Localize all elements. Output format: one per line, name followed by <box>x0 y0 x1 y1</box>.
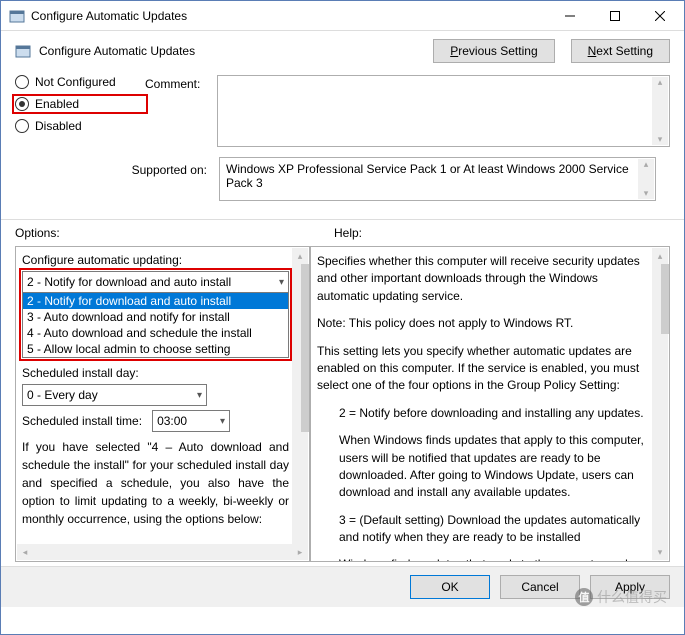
scroll-left-icon[interactable]: ◂ <box>17 547 33 558</box>
previous-setting-button[interactable]: Previous Setting <box>433 39 554 63</box>
help-label: Help: <box>334 226 670 246</box>
radio-icon <box>15 97 29 111</box>
chevron-down-icon: ▾ <box>220 416 225 427</box>
scheduled-day-label: Scheduled install day: <box>22 366 139 380</box>
radio-icon <box>15 119 29 133</box>
help-paragraph: Windows finds updates that apply to the … <box>339 556 649 562</box>
scroll-down-icon[interactable]: ▾ <box>652 544 668 560</box>
titlebar: Configure Automatic Updates <box>1 1 684 31</box>
select-value: 03:00 <box>157 414 187 428</box>
page-title: Configure Automatic Updates <box>39 44 425 58</box>
ok-button[interactable]: OK <box>410 575 490 599</box>
chevron-down-icon: ▾ <box>279 277 284 288</box>
options-hscrollbar[interactable]: ◂ ▸ <box>17 544 308 560</box>
options-label: Options: <box>15 226 310 246</box>
help-paragraph: Specifies whether this computer will rec… <box>317 253 649 305</box>
radio-not-configured[interactable]: Not Configured <box>15 75 145 89</box>
window-title: Configure Automatic Updates <box>31 9 547 23</box>
chevron-down-icon: ▾ <box>197 390 202 401</box>
dropdown-value: 2 - Notify for download and auto install <box>27 275 231 289</box>
dropdown-option[interactable]: 4 - Auto download and schedule the insta… <box>23 325 288 341</box>
footer: OK Cancel Apply <box>1 566 684 607</box>
app-icon <box>9 8 25 24</box>
policy-icon <box>15 43 31 59</box>
scrollbar[interactable]: ▴▾ <box>652 77 668 145</box>
help-paragraph: 3 = (Default setting) Download the updat… <box>339 512 649 547</box>
help-paragraph: This setting lets you specify whether au… <box>317 343 649 395</box>
select-value: 0 - Every day <box>27 388 98 402</box>
minimize-button[interactable] <box>547 1 592 30</box>
options-panel: Configure automatic updating: 2 - Notify… <box>15 246 310 562</box>
configure-label: Configure automatic updating: <box>22 253 289 267</box>
apply-button[interactable]: Apply <box>590 575 670 599</box>
radio-enabled[interactable]: Enabled <box>15 97 145 111</box>
maximize-button[interactable] <box>592 1 637 30</box>
cancel-button[interactable]: Cancel <box>500 575 580 599</box>
supported-on-text: Windows XP Professional Service Pack 1 o… <box>226 162 629 190</box>
comment-textarea[interactable]: ▴▾ <box>217 75 670 147</box>
help-paragraph: When Windows finds updates that apply to… <box>339 432 649 502</box>
options-body-text: If you have selected "4 – Auto download … <box>22 438 289 528</box>
supported-on-box: Windows XP Professional Service Pack 1 o… <box>219 157 656 201</box>
scheduled-day-select[interactable]: 0 - Every day ▾ <box>22 384 207 406</box>
help-paragraph: 2 = Notify before downloading and instal… <box>339 405 649 422</box>
close-button[interactable] <box>637 1 682 30</box>
configure-updating-dropdown[interactable]: 2 - Notify for download and auto install… <box>22 271 289 293</box>
scheduled-time-select[interactable]: 03:00 ▾ <box>152 410 230 432</box>
scheduled-time-label: Scheduled install time: <box>22 414 142 428</box>
radio-label: Not Configured <box>35 75 116 89</box>
radio-icon <box>15 75 29 89</box>
next-setting-button[interactable]: Next Setting <box>571 39 670 63</box>
scroll-up-icon[interactable]: ▴ <box>292 248 308 264</box>
help-paragraph: Note: This policy does not apply to Wind… <box>317 315 649 332</box>
radio-disabled[interactable]: Disabled <box>15 119 145 133</box>
radio-label: Enabled <box>35 97 79 111</box>
help-panel: Specifies whether this computer will rec… <box>310 246 670 562</box>
options-vscrollbar[interactable]: ▴ ▾ <box>292 248 308 560</box>
comment-label: Comment: <box>145 75 217 91</box>
dropdown-option[interactable]: 3 - Auto download and notify for install <box>23 309 288 325</box>
dropdown-option[interactable]: 2 - Notify for download and auto install <box>23 293 288 309</box>
supported-on-label: Supported on: <box>29 157 219 177</box>
header-row: Configure Automatic Updates Previous Set… <box>1 31 684 71</box>
radio-label: Disabled <box>35 119 82 133</box>
scroll-up-icon[interactable]: ▴ <box>652 248 668 264</box>
help-vscrollbar[interactable]: ▴ ▾ <box>652 248 668 560</box>
scroll-right-icon[interactable]: ▸ <box>292 547 308 558</box>
scrollbar[interactable]: ▴▾ <box>638 159 654 199</box>
dropdown-listbox[interactable]: 2 - Notify for download and auto install… <box>22 292 289 358</box>
dropdown-option[interactable]: 5 - Allow local admin to choose setting <box>23 341 288 357</box>
